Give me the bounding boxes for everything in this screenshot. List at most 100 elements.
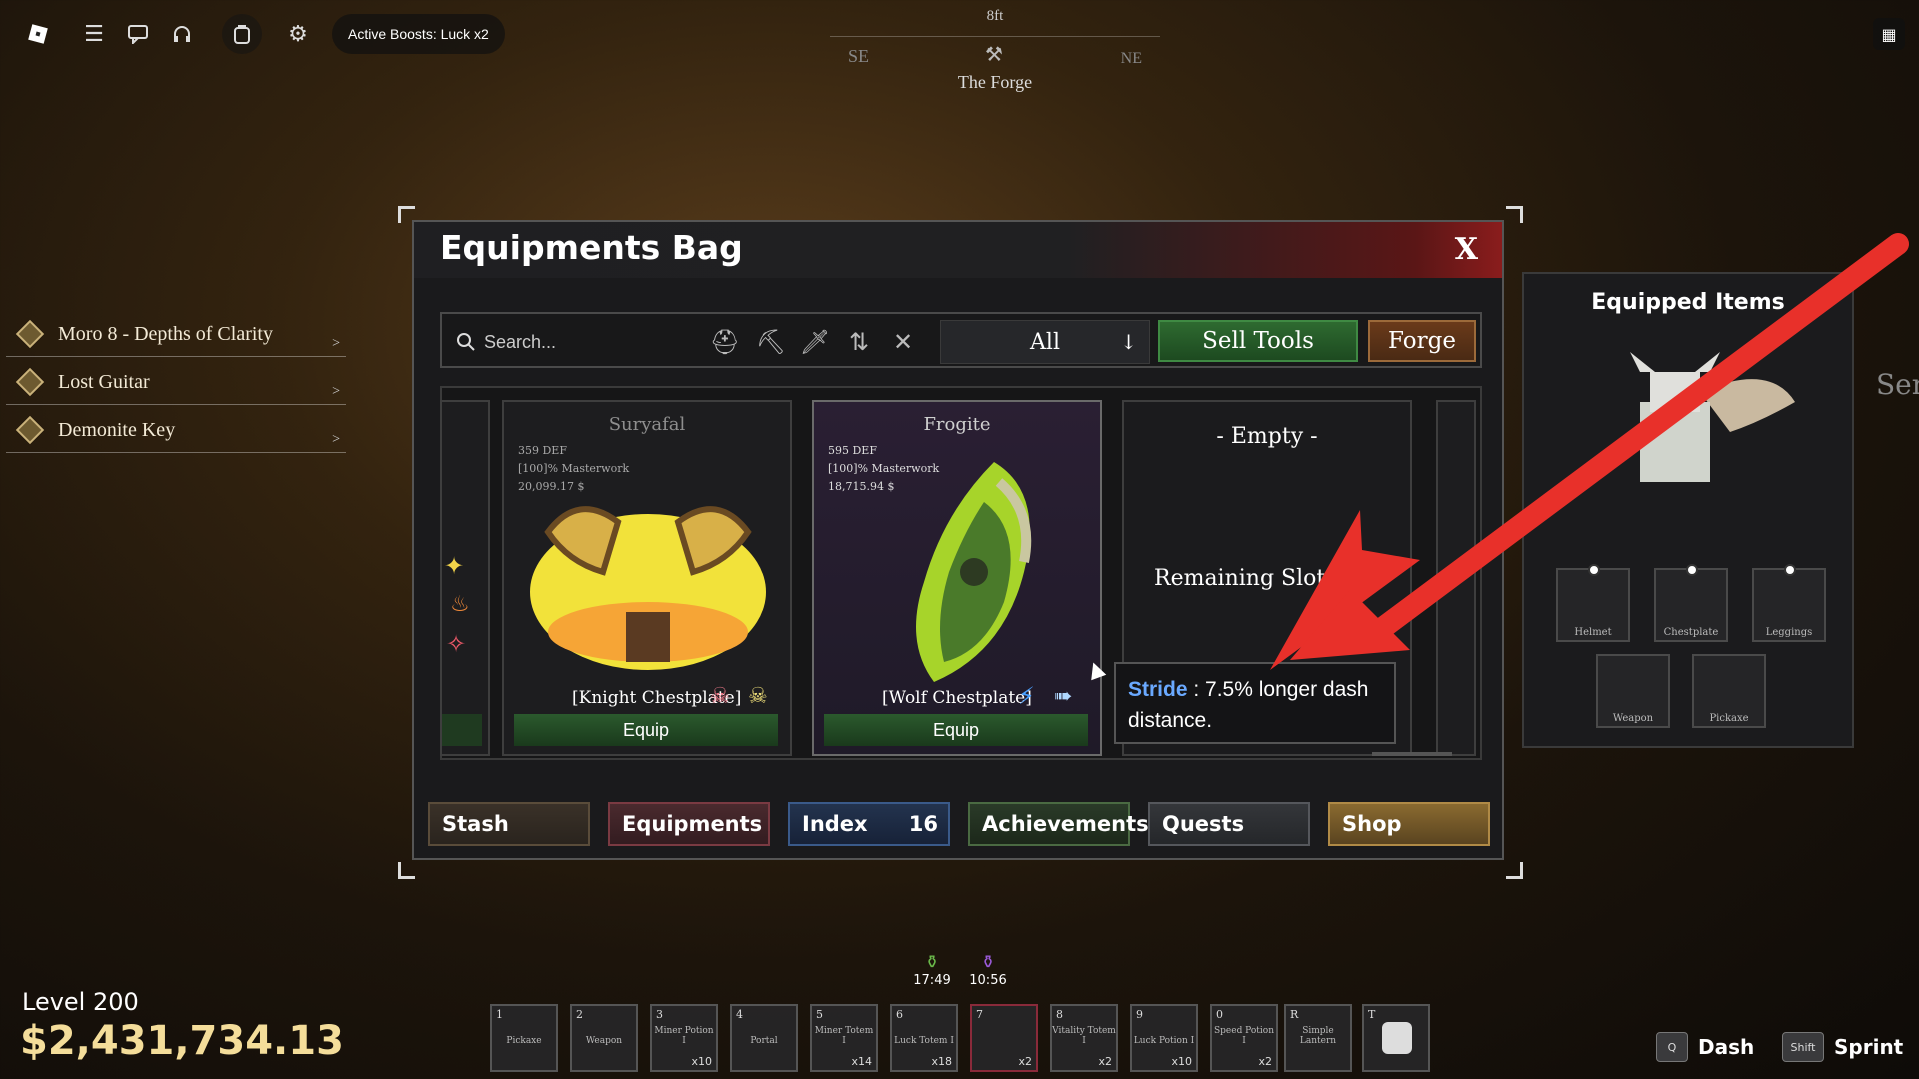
- card-label: [Wolf Chestplate]: [882, 688, 1032, 708]
- equip-button[interactable]: Equip: [824, 714, 1088, 746]
- hotbar-slot[interactable]: 4 Portal: [730, 1004, 798, 1072]
- sword-star-icon: ✧: [446, 630, 467, 658]
- potion-icon: ⚱: [980, 952, 996, 973]
- tab-equipments[interactable]: Equipments: [608, 802, 770, 846]
- slot-key: R: [1290, 1008, 1299, 1021]
- calendar-icon[interactable]: ▦: [1873, 18, 1905, 50]
- card-name: Suryafal: [608, 414, 686, 435]
- equip-button[interactable]: Equip: [514, 714, 778, 746]
- hotbar-slot[interactable]: 0 Speed Potion I x2: [1210, 1004, 1278, 1072]
- key-hint: Q: [1656, 1032, 1688, 1062]
- slot-name: Luck Potion I: [1133, 1036, 1195, 1046]
- knight-chestplate-image: [530, 506, 766, 670]
- slot-name: Portal: [750, 1036, 778, 1046]
- hotbar-slot[interactable]: 8 Vitality Totem I x2: [1050, 1004, 1118, 1072]
- gear-icon[interactable]: ⚙: [280, 16, 316, 52]
- slot-key: 0: [1216, 1008, 1223, 1021]
- quest-label: Lost Guitar: [58, 370, 150, 393]
- collapse-icon[interactable]: ✕: [886, 326, 920, 358]
- equipment-card[interactable]: Frogite 595 DEF [100]% Masterwork 18,715…: [812, 400, 1102, 756]
- sword-filter-icon[interactable]: 🗡: [798, 326, 832, 358]
- compass-se: SE: [848, 46, 870, 66]
- sword-sparkle-icon: ✦: [444, 552, 465, 580]
- skull-perk-icon: ☠: [710, 684, 730, 709]
- active-boosts-badge: Active Boosts: Luck x2: [332, 14, 505, 54]
- search-placeholder: Search...: [484, 331, 557, 352]
- menu-icon[interactable]: ☰: [76, 16, 112, 52]
- quest-item[interactable]: Lost Guitar >: [6, 360, 346, 405]
- skull-perk-icon: ☠: [748, 684, 768, 709]
- dash-perk-icon: ➠: [1054, 684, 1073, 709]
- pickaxe-filter-icon[interactable]: ⛏: [754, 326, 788, 358]
- hotbar-slot[interactable]: 7 x2: [970, 1004, 1038, 1072]
- helmet-filter-icon[interactable]: ⛑: [708, 326, 742, 358]
- hotbar-slot[interactable]: R Simple Lantern: [1284, 1004, 1352, 1072]
- tab-stash[interactable]: Stash: [428, 802, 590, 846]
- player-money: $2,431,734.13: [20, 1018, 344, 1064]
- tab-label: Equipments: [622, 812, 763, 836]
- search-input[interactable]: Search...: [456, 326, 696, 358]
- hotbar-slot[interactable]: 9 Luck Potion I x10: [1130, 1004, 1198, 1072]
- hotbar-slot[interactable]: 5 Miner Totem I x14: [810, 1004, 878, 1072]
- control-action: Dash: [1698, 1035, 1755, 1059]
- slot-key: 1: [496, 1008, 503, 1021]
- frame-corner: [398, 862, 415, 879]
- headset-icon[interactable]: [164, 16, 200, 52]
- card-def: 595 DEF: [828, 444, 877, 457]
- slot-key: 8: [1056, 1008, 1063, 1021]
- tab-label: Achievements: [982, 812, 1149, 836]
- key-hint: Shift: [1782, 1032, 1824, 1062]
- hotbar-slot[interactable]: 2 Weapon: [570, 1004, 638, 1072]
- hotbar-slot[interactable]: 1 Pickaxe: [490, 1004, 558, 1072]
- hotbar-slot[interactable]: 6 Luck Totem I x18: [890, 1004, 958, 1072]
- slot-qty: x2: [1098, 1055, 1112, 1068]
- equipment-card[interactable]: Suryafal 359 DEF [100]% Masterwork 20,09…: [502, 400, 792, 756]
- quest-item[interactable]: Demonite Key >: [6, 408, 346, 453]
- index-count-badge: 16: [908, 812, 938, 836]
- timer-text: 10:56: [969, 973, 1007, 988]
- tab-index[interactable]: Index 16: [788, 802, 950, 846]
- tab-label: Shop: [1342, 812, 1402, 836]
- chevron-right-icon: >: [332, 384, 340, 399]
- slot-key: 5: [816, 1008, 823, 1021]
- chat-icon[interactable]: [120, 16, 156, 52]
- slot-key: 9: [1136, 1008, 1143, 1021]
- quest-diamond-icon: [15, 367, 45, 397]
- quest-item[interactable]: Moro 8 - Depths of Clarity >: [6, 312, 346, 357]
- tab-quests[interactable]: Quests: [1148, 802, 1310, 846]
- slot-key: T: [1368, 1008, 1376, 1021]
- slot-key: 6: [896, 1008, 903, 1021]
- backpack-icon: [1382, 1022, 1412, 1054]
- tab-label: Index: [802, 812, 868, 836]
- potion-timer: ⚱ 10:56: [968, 952, 1008, 988]
- chevron-right-icon: >: [332, 336, 340, 351]
- sort-icon[interactable]: ⇅: [842, 326, 876, 358]
- roblox-logo-icon[interactable]: [20, 16, 56, 52]
- slot-name: Miner Totem I: [814, 1026, 874, 1046]
- hotbar-slot[interactable]: 3 Miner Potion I x10: [650, 1004, 718, 1072]
- hotbar-slot[interactable]: T: [1362, 1004, 1430, 1072]
- slot-qty: x18: [931, 1055, 952, 1068]
- quest-diamond-icon: [15, 415, 45, 445]
- slot-label: Weapon: [1612, 713, 1654, 724]
- frame-corner: [1506, 862, 1523, 879]
- slot-name: Miner Potion I: [654, 1026, 714, 1046]
- category-dropdown[interactable]: All ↓: [940, 320, 1150, 364]
- lightning-perk-icon: ⚡: [1018, 682, 1035, 710]
- scrollbar[interactable]: [1372, 752, 1452, 756]
- tab-shop[interactable]: Shop: [1328, 802, 1490, 846]
- potion-icon: ⚱: [924, 952, 940, 973]
- partial-card[interactable]: ✦ ♨ ✧: [440, 400, 490, 756]
- slot-qty: x2: [1258, 1055, 1272, 1068]
- slot-qty: x10: [691, 1055, 712, 1068]
- tab-achievements[interactable]: Achievements: [968, 802, 1149, 846]
- slot-key: 7: [976, 1008, 983, 1021]
- backpack-icon[interactable]: [222, 14, 262, 54]
- red-arrow-annotation: [1270, 233, 1909, 670]
- compass: 8ft SE NE ⚒ The Forge: [830, 8, 1160, 98]
- timer-text: 17:49: [913, 973, 951, 988]
- quest-label: Moro 8 - Depths of Clarity: [58, 322, 273, 345]
- card-name: Frogite: [923, 414, 991, 435]
- slot-name: Luck Totem I: [894, 1036, 954, 1046]
- slot-qty: x2: [1018, 1055, 1032, 1068]
